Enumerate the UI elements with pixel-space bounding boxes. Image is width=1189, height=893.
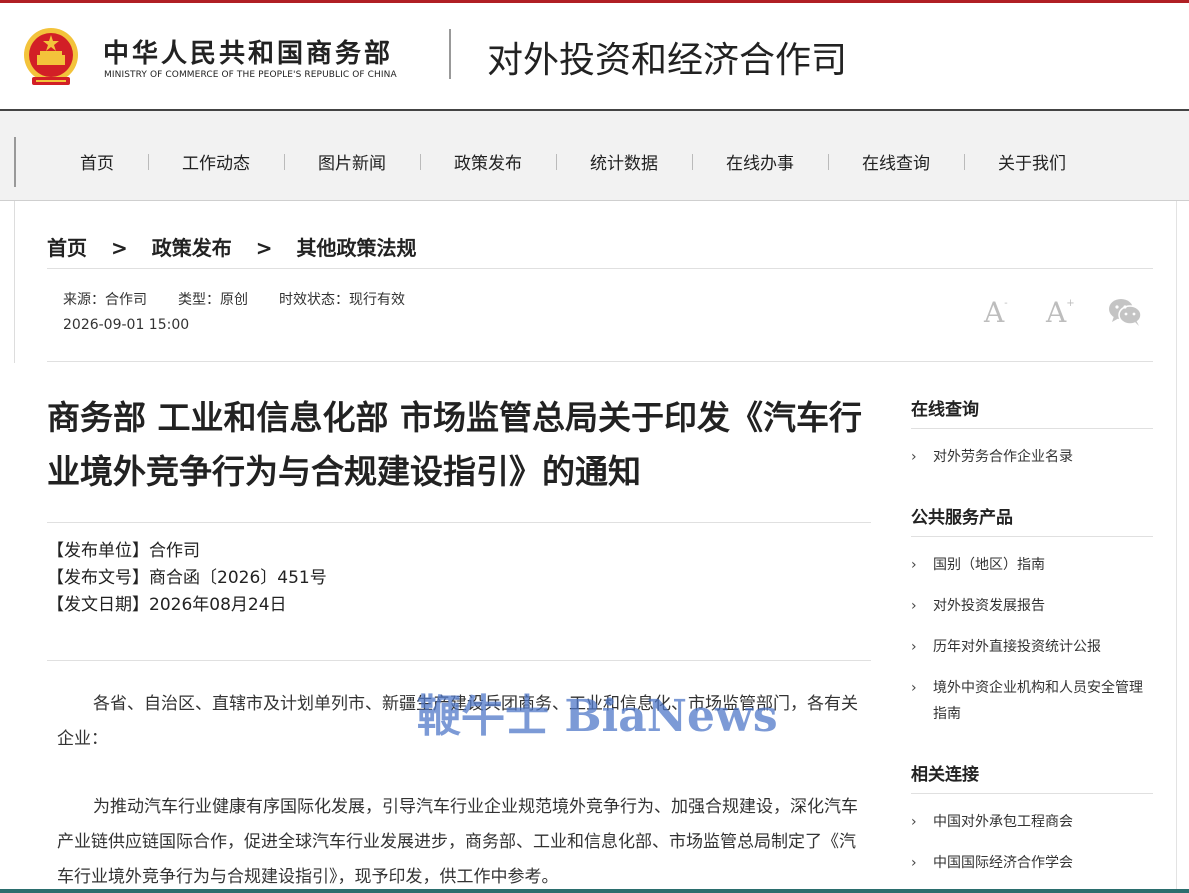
chevron-right-icon: ›: [911, 557, 917, 573]
chevron-right-icon: ›: [911, 855, 917, 871]
doc-number: 【发布文号】商合函〔2026〕451号: [47, 568, 327, 588]
sidebar-item-investment-report[interactable]: › 对外投资发展报告: [911, 593, 1151, 619]
font-decrease-label: A: [984, 296, 1005, 329]
sidebar-rule: [911, 428, 1153, 429]
breadcrumb-separator: >: [255, 236, 273, 260]
article-title: 商务部 工业和信息化部 市场监管总局关于印发《汽车行业境外竞争行为与合规建设指引…: [47, 398, 862, 491]
breadcrumb-separator: >: [111, 236, 128, 260]
ministry-name-en: MINISTRY OF COMMERCE OF THE PEOPLE'S REP…: [104, 70, 397, 80]
site-header: 中华人民共和国商务部 MINISTRY OF COMMERCE OF THE P…: [0, 3, 1189, 111]
national-emblem-icon: [24, 28, 78, 85]
font-increase-mark: +: [1066, 297, 1075, 309]
article-paragraph: 为推动汽车行业健康有序国际化发展，引导汽车行业企业规范境外竞争行为、加强合规建设…: [57, 797, 858, 887]
meta-type: 类型：原创: [178, 292, 248, 308]
sidebar-item-statistics-bulletin[interactable]: › 历年对外直接投资统计公报: [911, 634, 1151, 660]
chevron-right-icon: ›: [911, 680, 917, 696]
chevron-right-icon: ›: [911, 449, 917, 465]
font-decrease-mark: -: [1004, 297, 1008, 309]
nav-item-photo-news[interactable]: 图片新闻: [318, 149, 386, 174]
sidebar-title-related-links: 相关连接: [911, 765, 979, 785]
nav-item-online-query[interactable]: 在线查询: [862, 149, 930, 174]
sidebar-item-safety-guide[interactable]: › 境外中资企业机构和人员安全管理指南: [911, 675, 1151, 727]
article-paragraph: 各省、自治区、直辖市及计划单列市、新疆生产建设兵团商务、工业和信息化、市场监管部…: [57, 694, 858, 749]
title-rule: [47, 522, 871, 523]
chevron-right-icon: ›: [911, 814, 917, 830]
font-decrease-button[interactable]: A-: [984, 296, 1008, 329]
nav-separator: [964, 154, 965, 170]
bottom-line: [0, 889, 1189, 893]
right-edge-line: [1176, 201, 1177, 893]
meta-datetime: 2026-09-01 15:00: [63, 317, 190, 333]
meta-source: 来源：合作司: [63, 292, 147, 308]
nav-item-online-service[interactable]: 在线办事: [726, 149, 794, 174]
header-divider: [449, 29, 451, 79]
pub-unit: 【发布单位】合作司: [47, 541, 200, 561]
nav-separator: [692, 154, 693, 170]
breadcrumb-rule: [47, 268, 1153, 269]
nav-separator: [828, 154, 829, 170]
nav-item-statistics[interactable]: 统计数据: [590, 149, 658, 174]
sidebar-item-chinca[interactable]: › 中国对外承包工程商会: [911, 809, 1151, 835]
pub-date: 【发文日期】2026年08月24日: [47, 595, 287, 615]
sidebar-rule: [911, 536, 1153, 537]
publication-info: 【发布单位】合作司 【发布文号】商合函〔2026〕451号 【发文日期】2026…: [47, 538, 327, 619]
nav-separator: [284, 154, 285, 170]
nav-separator: [556, 154, 557, 170]
sidebar-item-labor-cooperation[interactable]: › 对外劳务合作企业名录: [911, 444, 1151, 470]
breadcrumb-policy[interactable]: 政策发布: [152, 232, 232, 261]
meta-rule: [47, 361, 1153, 362]
sidebar-title-public-service: 公共服务产品: [911, 508, 1013, 528]
nav-left-bar: [14, 137, 16, 187]
breadcrumb-home[interactable]: 首页: [47, 232, 87, 261]
breadcrumb: 首页 > 政策发布 > 其他政策法规: [47, 232, 417, 261]
chevron-right-icon: ›: [911, 598, 917, 614]
main-nav: 首页 工作动态 图片新闻 政策发布 统计数据 在线办事 在线查询 关于我们: [0, 111, 1189, 201]
font-increase-label: A: [1046, 296, 1067, 329]
pubinfo-rule: [47, 660, 871, 661]
nav-separator: [420, 154, 421, 170]
department-name: 对外投资和经济合作司: [487, 40, 848, 81]
nav-item-policy[interactable]: 政策发布: [454, 149, 522, 174]
sidebar-item-economic-society[interactable]: › 中国国际经济合作学会: [911, 850, 1151, 876]
nav-item-work-news[interactable]: 工作动态: [182, 149, 250, 174]
nav-item-home[interactable]: 首页: [80, 149, 114, 174]
nav-item-about[interactable]: 关于我们: [998, 149, 1066, 174]
breadcrumb-other-regulations[interactable]: 其他政策法规: [297, 232, 417, 261]
left-edge-line: [14, 201, 15, 363]
sidebar-rule: [911, 793, 1153, 794]
font-increase-button[interactable]: A+: [1046, 296, 1075, 329]
nav-separator: [148, 154, 149, 170]
ministry-name-cn: 中华人民共和国商务部: [103, 39, 394, 69]
sidebar-title-online-query: 在线查询: [911, 400, 979, 420]
article-meta: 来源：合作司 类型：原创 时效状态：现行有效: [63, 289, 405, 309]
wechat-icon[interactable]: [1108, 297, 1142, 327]
meta-status: 时效状态：现行有效: [279, 292, 405, 308]
sidebar-item-country-guide[interactable]: › 国别（地区）指南: [911, 552, 1151, 578]
chevron-right-icon: ›: [911, 639, 917, 655]
